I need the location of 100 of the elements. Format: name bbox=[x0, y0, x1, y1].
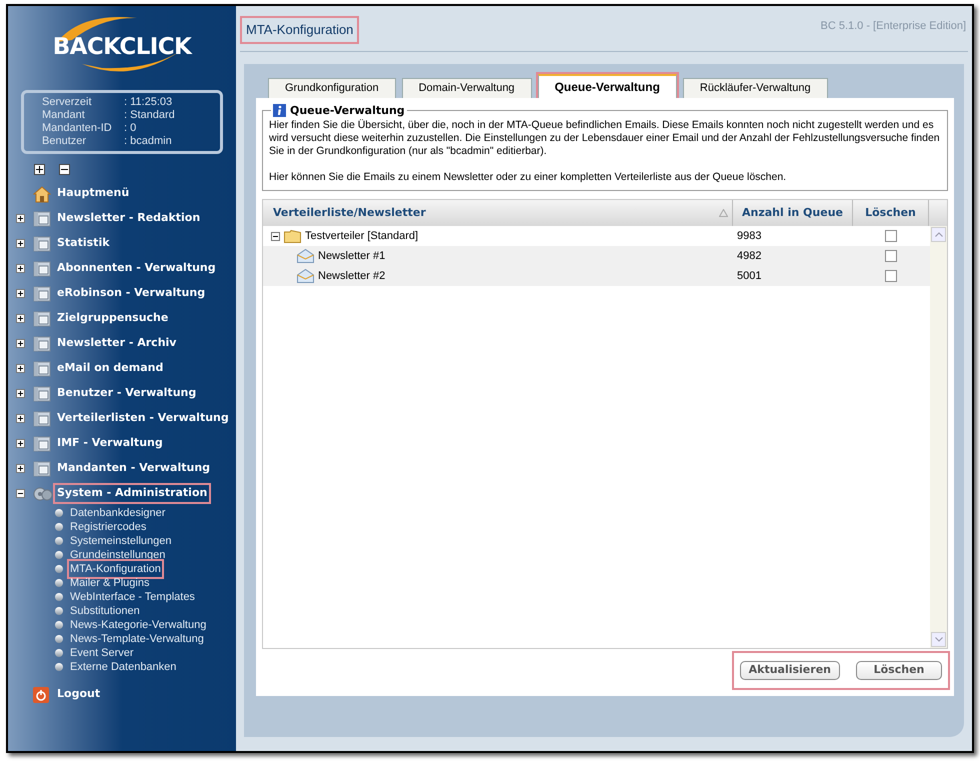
info-label: Mandant bbox=[42, 109, 86, 122]
power-icon bbox=[33, 686, 49, 702]
menu-item[interactable]: Hauptmenü bbox=[55, 185, 132, 202]
list-name: Newsletter #2 bbox=[318, 268, 386, 284]
cabinet-icon bbox=[33, 260, 51, 276]
submenu-item[interactable]: Datenbankdesigner bbox=[69, 504, 166, 522]
menu-item[interactable]: System - Administration bbox=[55, 485, 210, 502]
expand-icon[interactable] bbox=[16, 339, 25, 348]
collapse-icon[interactable] bbox=[271, 232, 280, 240]
expand-all-icon[interactable] bbox=[34, 164, 45, 175]
expand-icon[interactable] bbox=[16, 389, 25, 398]
version-label: BC 5.1.0 - [Enterprise Edition] bbox=[820, 19, 966, 34]
description-text: Hier finden Sie die Übersicht, über die, noch in der MTA-Queue befindlichen Emails. Diese Emails konnten noch nicht zugestellt werden und es wird versucht diese weiterhin zuzustellen. Die Einstellungen zu der Lebensdauer einer Email und der Anzahl der Fehlzustellungsversuche finden Sie in der Grundkonfiguration (nur als "bcadmin" editierbar). bbox=[269, 119, 941, 158]
action-button[interactable]: Löschen bbox=[856, 661, 942, 680]
info-value: : Standard bbox=[124, 109, 176, 122]
bullet-icon bbox=[55, 509, 63, 517]
menu-item[interactable]: Statistik bbox=[55, 235, 112, 252]
expand-icon[interactable] bbox=[16, 264, 25, 273]
submenu-item[interactable]: Substitutionen bbox=[69, 602, 141, 620]
cabinet-icon bbox=[33, 460, 51, 476]
info-value: : 11:25:03 bbox=[124, 96, 174, 109]
list-name: Testverteiler [Standard] bbox=[305, 228, 418, 244]
collapse-all-icon[interactable] bbox=[59, 164, 70, 175]
cabinet-icon bbox=[33, 360, 51, 376]
expand-icon[interactable] bbox=[16, 439, 25, 448]
submenu-item[interactable]: MTA-Konfiguration bbox=[69, 560, 162, 578]
info-icon bbox=[273, 104, 286, 117]
submenu-item[interactable]: Mailer & Plugins bbox=[69, 574, 150, 592]
house-icon bbox=[33, 184, 51, 202]
description-text: Hier können Sie die Emails zu einem Newsletter oder zu einer kompletten Verteilerliste aus der Queue löschen. bbox=[269, 171, 788, 184]
queue-count: 4982 bbox=[736, 248, 762, 264]
info-label: Mandanten-ID bbox=[42, 122, 113, 135]
menu-item[interactable]: eMail on demand bbox=[55, 360, 166, 377]
menu-item[interactable]: Benutzer - Verwaltung bbox=[55, 385, 198, 402]
cabinet-icon bbox=[33, 286, 51, 302]
bullet-icon bbox=[55, 649, 63, 657]
info-value: : bcadmin bbox=[124, 135, 173, 148]
menu-item[interactable]: Newsletter - Archiv bbox=[55, 335, 178, 352]
bullet-icon bbox=[55, 607, 63, 615]
page-title: MTA-Konfiguration bbox=[242, 18, 358, 42]
tab[interactable]: Domain-Verwaltung bbox=[402, 78, 532, 98]
folder-icon bbox=[284, 230, 301, 242]
cabinet-icon bbox=[33, 210, 51, 226]
submenu-item[interactable]: Event Server bbox=[69, 644, 135, 662]
checkbox[interactable] bbox=[885, 230, 897, 242]
submenu-item[interactable]: News-Kategorie-Verwaltung bbox=[69, 616, 208, 634]
submenu-item[interactable]: Externe Datenbanken bbox=[69, 658, 178, 676]
menu-item[interactable]: Newsletter - Redaktion bbox=[55, 210, 202, 227]
bullet-icon bbox=[55, 565, 63, 573]
submenu-item[interactable]: Systemeinstellungen bbox=[69, 532, 173, 550]
queue-count: 9983 bbox=[736, 228, 762, 244]
cabinet-icon bbox=[33, 310, 51, 326]
expand-icon[interactable] bbox=[16, 289, 25, 298]
cabinet-icon bbox=[33, 410, 51, 426]
submenu-item[interactable]: Grundeinstellungen bbox=[69, 546, 166, 564]
envelope-icon bbox=[297, 269, 314, 283]
submenu-item[interactable]: News-Template-Verwaltung bbox=[69, 630, 205, 648]
menu-item[interactable]: eRobinson - Verwaltung bbox=[55, 285, 208, 302]
bullet-icon bbox=[55, 523, 63, 531]
expand-icon[interactable] bbox=[16, 239, 25, 248]
logo: BACKCLICK bbox=[42, 12, 202, 82]
tab[interactable]: Grundkonfiguration bbox=[268, 78, 396, 98]
action-button[interactable]: Aktualisieren bbox=[740, 661, 840, 680]
tab[interactable]: Rückläufer-Verwaltung bbox=[682, 78, 828, 98]
bullet-icon bbox=[55, 663, 63, 671]
menu-item[interactable]: Abonnenten - Verwaltung bbox=[55, 260, 218, 277]
list-name: Newsletter #1 bbox=[318, 248, 386, 264]
menu-item[interactable]: Logout bbox=[55, 686, 102, 703]
bullet-icon bbox=[55, 635, 63, 643]
menu-item[interactable]: Mandanten - Verwaltung bbox=[55, 460, 212, 477]
cabinet-icon bbox=[33, 236, 51, 252]
expand-icon[interactable] bbox=[16, 464, 25, 473]
menu-item[interactable]: Verteilerlisten - Verwaltung bbox=[55, 410, 231, 427]
section-title: Queue-Verwaltung bbox=[290, 104, 405, 117]
bullet-icon bbox=[55, 537, 63, 545]
checkbox[interactable] bbox=[885, 250, 897, 262]
queue-count: 5001 bbox=[736, 268, 762, 284]
gears-icon bbox=[33, 486, 53, 502]
checkbox[interactable] bbox=[885, 270, 897, 282]
submenu-item[interactable]: WebInterface - Templates bbox=[69, 588, 196, 606]
submenu-item[interactable]: Registriercodes bbox=[69, 518, 148, 536]
expand-icon[interactable] bbox=[16, 214, 25, 223]
info-label: Serverzeit bbox=[42, 96, 93, 109]
expand-icon[interactable] bbox=[16, 314, 25, 323]
tab[interactable]: Queue-Verwaltung bbox=[538, 74, 677, 98]
info-value: : 0 bbox=[124, 122, 138, 135]
bullet-icon bbox=[55, 579, 63, 587]
envelope-icon bbox=[297, 249, 314, 263]
menu-item[interactable]: Zielgruppensuche bbox=[55, 310, 170, 327]
expand-icon[interactable] bbox=[16, 364, 25, 373]
bullet-icon bbox=[55, 593, 63, 601]
bullet-icon bbox=[55, 551, 63, 559]
cabinet-icon bbox=[33, 386, 51, 402]
bullet-icon bbox=[55, 621, 63, 629]
collapse-icon[interactable] bbox=[16, 489, 25, 498]
expand-icon[interactable] bbox=[16, 414, 25, 423]
cabinet-icon bbox=[33, 436, 51, 452]
info-label: Benutzer bbox=[42, 135, 88, 148]
menu-item[interactable]: IMF - Verwaltung bbox=[55, 435, 165, 452]
cabinet-icon bbox=[33, 336, 51, 352]
